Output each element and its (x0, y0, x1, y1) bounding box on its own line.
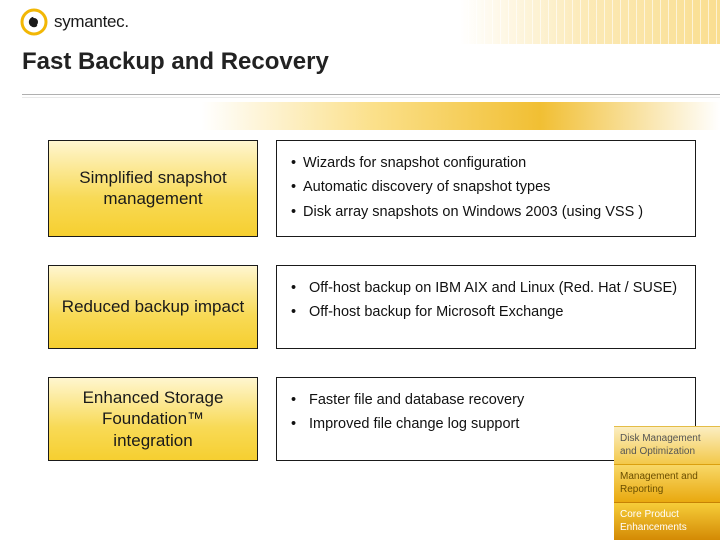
corner-nav-item: Disk Management and Optimization (614, 426, 720, 464)
feature-heading: Simplified snapshot management (61, 167, 245, 210)
feature-heading: Reduced backup impact (62, 296, 244, 317)
feature-heading-box: Enhanced Storage Foundation™ integration (48, 377, 258, 461)
feature-heading-box: Simplified snapshot management (48, 140, 258, 237)
corner-nav-item: Core Product Enhancements (614, 502, 720, 540)
feature-details-box: Off-host backup on IBM AIX and Linux (Re… (276, 265, 696, 349)
feature-row: Enhanced Storage Foundation™ integration… (48, 377, 696, 461)
feature-details-box: Wizards for snapshot configuration Autom… (276, 140, 696, 237)
list-item: Disk array snapshots on Windows 2003 (us… (291, 202, 683, 222)
corner-nav-item: Management and Reporting (614, 464, 720, 502)
list-item: Off-host backup for Microsoft Exchange (291, 302, 683, 322)
list-item: Wizards for snapshot configuration (291, 153, 683, 173)
bullet-list: Wizards for snapshot configuration Autom… (291, 153, 683, 222)
symantec-logo-icon (20, 8, 48, 36)
list-item: Faster file and database recovery (291, 390, 683, 410)
gradient-bar (0, 102, 720, 130)
feature-heading-box: Reduced backup impact (48, 265, 258, 349)
slide-header: symantec. (0, 0, 720, 44)
feature-heading: Enhanced Storage Foundation™ integration (61, 387, 245, 451)
header-accent-icon (460, 0, 720, 44)
brand-name: symantec. (54, 12, 129, 32)
corner-nav: Disk Management and Optimization Managem… (614, 426, 720, 540)
feature-row: Simplified snapshot management Wizards f… (48, 140, 696, 237)
list-item: Off-host backup on IBM AIX and Linux (Re… (291, 278, 683, 298)
list-item: Automatic discovery of snapshot types (291, 177, 683, 197)
bullet-list: Off-host backup on IBM AIX and Linux (Re… (291, 278, 683, 323)
content-area: Simplified snapshot management Wizards f… (0, 140, 720, 461)
brand-lockup: symantec. (20, 8, 129, 36)
page-title: Fast Backup and Recovery (22, 48, 720, 76)
divider (22, 94, 720, 98)
feature-row: Reduced backup impact Off-host backup on… (48, 265, 696, 349)
title-area: Fast Backup and Recovery (0, 44, 720, 98)
